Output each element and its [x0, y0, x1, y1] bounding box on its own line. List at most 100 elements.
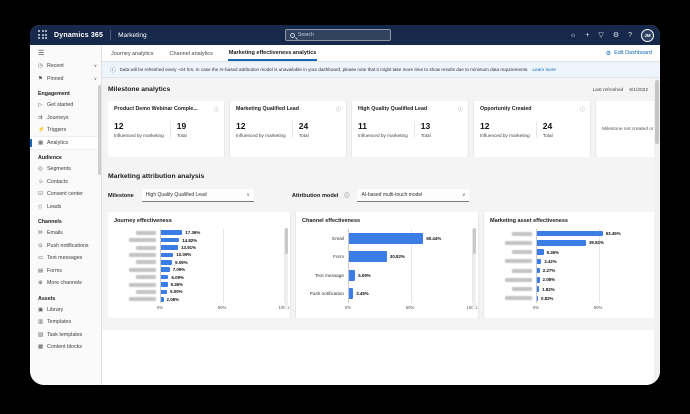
main-scrollbar[interactable] — [654, 78, 660, 385]
redacted-label — [505, 296, 532, 300]
bar-row: 5.09% — [349, 266, 472, 285]
sidebar-item-leads[interactable]: ◇Leads — [30, 201, 101, 214]
bar[interactable] — [161, 238, 179, 243]
bar[interactable] — [349, 288, 353, 299]
user-avatar[interactable]: JM — [641, 29, 654, 42]
sidebar-item-forms[interactable]: ▤Forms — [30, 265, 101, 278]
info-icon[interactable]: ⓘ — [336, 106, 341, 113]
bar-row: 10.09% — [161, 251, 284, 258]
bar[interactable] — [161, 290, 167, 295]
category-label: Form — [302, 248, 348, 267]
bar[interactable] — [537, 277, 540, 283]
bar[interactable] — [537, 268, 540, 274]
bar-row: 5.00% — [161, 288, 284, 295]
edit-dashboard-button[interactable]: ⚙ Edit Dashboard — [606, 50, 652, 57]
sidebar-item-text-messages[interactable]: ▭Text messages — [30, 252, 101, 265]
info-icon[interactable]: ⓘ — [458, 106, 463, 113]
bar[interactable] — [349, 233, 423, 244]
sidebar-item-triggers[interactable]: ⚡Triggers — [30, 124, 101, 137]
bar[interactable] — [161, 260, 172, 265]
tab-marketing-effectiveness-analytics[interactable]: Marketing effectiveness analytics — [228, 46, 317, 61]
chart-bars-area: 53.45%39.82%5.36%3.42%2.27%2.08%1.82%0.8… — [536, 229, 654, 303]
bar[interactable] — [161, 253, 173, 258]
sidebar-item-recent[interactable]: ◷Recent∨ — [30, 60, 101, 73]
sidebar-item-analytics[interactable]: ▦Analytics — [30, 137, 101, 150]
edit-dashboard-gear-icon: ⚙ — [606, 50, 611, 57]
category-label: Text message — [302, 266, 348, 285]
milestone-card-opportunity-created[interactable]: Opportunity Created ⓘ 12 Influenced by m… — [474, 101, 590, 157]
sidebar-item-journeys[interactable]: ⇉Journeys — [30, 112, 101, 125]
chart-scrollbar[interactable] — [285, 228, 288, 310]
bar-row: 9.09% — [161, 259, 284, 266]
sidebar-hamburger-icon[interactable]: ☰ — [30, 45, 101, 60]
sidebar-item-consent-center[interactable]: ☑Consent center — [30, 188, 101, 201]
info-icon[interactable]: ⓘ — [344, 192, 349, 199]
gear-icon[interactable]: ⚙ — [613, 32, 619, 39]
plus-icon[interactable]: + — [585, 32, 589, 39]
influenced-value: 11 — [358, 121, 408, 131]
learn-more-link[interactable]: Learn more — [532, 67, 556, 72]
bar[interactable] — [161, 245, 178, 250]
redacted-label — [136, 275, 156, 279]
help-icon[interactable]: ? — [628, 32, 632, 39]
bar[interactable] — [537, 286, 539, 292]
milestone-filter-label: Milestone — [108, 193, 134, 199]
sidebar-item-pinned[interactable]: ⚑Pinned∨ — [30, 73, 101, 86]
bar[interactable] — [161, 297, 164, 302]
bar[interactable] — [349, 251, 387, 262]
area-name[interactable]: Marketing — [118, 32, 147, 39]
bar[interactable] — [537, 231, 603, 237]
dashboard-scroll-area: Milestone analytics Last refreshed 6/1/2… — [102, 78, 654, 385]
milestone-dropdown[interactable]: High Quality Qualified Lead ∨ — [142, 189, 254, 202]
sidebar-section-assets: Assets — [30, 290, 101, 304]
bar[interactable] — [161, 230, 182, 235]
bar[interactable] — [537, 249, 544, 255]
info-icon[interactable]: ⓘ — [214, 106, 219, 113]
sidebar-item-content-blocks[interactable]: ▩Content blocks — [30, 341, 101, 354]
sidebar-item-push-notifications[interactable]: ⊙Push notifications — [30, 240, 101, 253]
sidebar-item-get-started[interactable]: ▷Get started — [30, 99, 101, 112]
lightbulb-icon[interactable]: ☼ — [570, 32, 576, 39]
x-axis: 0%50%100% — [160, 303, 284, 312]
bar[interactable] — [161, 267, 170, 272]
sidebar-item-label: Push notifications — [47, 243, 89, 249]
waffle-menu-icon[interactable] — [38, 30, 48, 40]
category-label-redacted — [114, 229, 160, 236]
sidebar-item-more-channels[interactable]: ⊕More channels — [30, 277, 101, 290]
tab-journey-analytics[interactable]: Journey analytics — [110, 47, 155, 60]
attribution-analysis-title: Marketing attribution analysis — [108, 173, 204, 180]
bar[interactable] — [537, 296, 538, 302]
info-icon[interactable]: ⓘ — [580, 106, 585, 113]
sidebar-scrollbar[interactable] — [98, 85, 101, 175]
tab-channel-analytics[interactable]: Channel analytics — [169, 47, 214, 60]
sidebar-item-emails[interactable]: ✉Emails — [30, 227, 101, 240]
bar-value-label: 14.82% — [182, 238, 197, 243]
bar[interactable] — [161, 275, 168, 280]
bar[interactable] — [349, 270, 355, 281]
milestone-card-product-demo[interactable]: Product Demo Webinar Comple... ⓘ 12 Infl… — [108, 101, 224, 157]
bar[interactable] — [537, 259, 541, 265]
chart-labels — [490, 229, 536, 303]
bar-row: 3.45% — [349, 285, 472, 304]
filter-icon[interactable]: ▽ — [598, 32, 603, 39]
sidebar-item-templates[interactable]: ▥Templates — [30, 316, 101, 329]
milestone-card-high-quality-qualified-lead[interactable]: High Quality Qualified Lead ⓘ 11 Influen… — [352, 101, 468, 157]
sidebar-section-channels: Channels — [30, 213, 101, 227]
milestone-card-marketing-qualified-lead[interactable]: Marketing Qualified Lead ⓘ 12 Influenced… — [230, 101, 346, 157]
bar[interactable] — [161, 282, 168, 287]
chart-scrollbar[interactable] — [473, 228, 476, 310]
attribution-model-dropdown[interactable]: AI-based multi-touch model ∨ — [357, 189, 469, 202]
bar[interactable] — [537, 240, 586, 246]
total-label: Total — [421, 133, 431, 138]
category-label-redacted — [114, 266, 160, 273]
sidebar-item-task-templates[interactable]: ▧Task templates — [30, 329, 101, 342]
milestone-empty-text: Milestone not created or di... — [602, 127, 654, 132]
global-search[interactable] — [285, 29, 391, 41]
sidebar-item-contacts[interactable]: ☺Contacts — [30, 176, 101, 189]
search-input[interactable] — [298, 32, 386, 38]
bar-value-label: 5.09% — [358, 273, 370, 278]
sidebar-item-library[interactable]: ▣Library — [30, 304, 101, 317]
sidebar-item-label: Templates — [47, 319, 71, 325]
redacted-label — [129, 297, 156, 301]
sidebar-item-segments[interactable]: ◎Segments — [30, 163, 101, 176]
